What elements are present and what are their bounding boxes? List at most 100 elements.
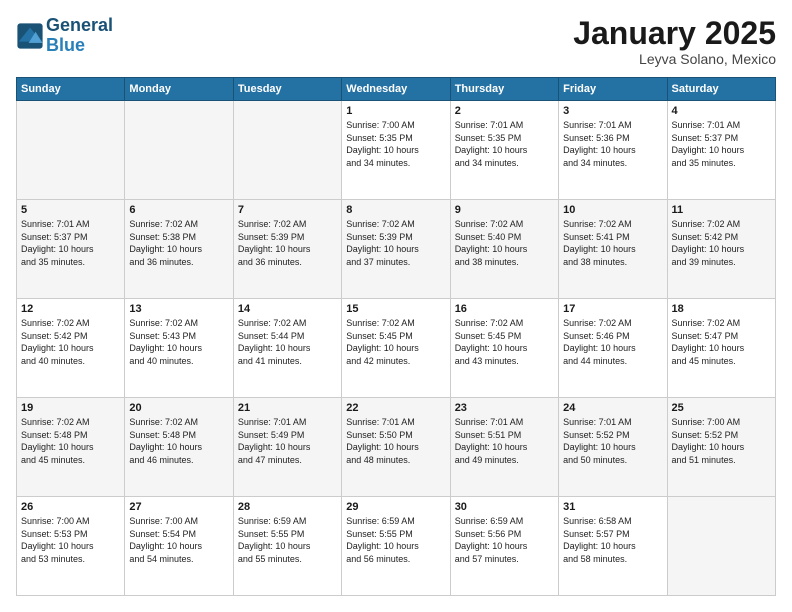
day-info: Sunrise: 7:02 AM Sunset: 5:40 PM Dayligh… [455,218,554,268]
day-number: 31 [563,501,662,513]
calendar-cell: 2Sunrise: 7:01 AM Sunset: 5:35 PM Daylig… [450,101,558,200]
calendar-cell: 25Sunrise: 7:00 AM Sunset: 5:52 PM Dayli… [667,398,775,497]
day-info: Sunrise: 7:00 AM Sunset: 5:54 PM Dayligh… [129,515,228,565]
day-number: 11 [672,204,771,216]
calendar-cell: 21Sunrise: 7:01 AM Sunset: 5:49 PM Dayli… [233,398,341,497]
day-info: Sunrise: 7:01 AM Sunset: 5:37 PM Dayligh… [672,119,771,169]
calendar-cell: 9 Sunrise: 7:02 AM Sunset: 5:40 PM Daylig… [450,200,558,299]
col-tuesday: Tuesday [233,78,341,101]
day-number: 9 [455,204,554,216]
day-info: Sunrise: 7:02 AM Sunset: 5:43 PM Dayligh… [129,317,228,367]
day-info: Sunrise: 7:00 AM Sunset: 5:35 PM Dayligh… [346,119,445,169]
day-info: Sunrise: 7:02 AM Sunset: 5:45 PM Dayligh… [455,317,554,367]
day-info: Sunrise: 7:01 AM Sunset: 5:36 PM Dayligh… [563,119,662,169]
logo-text: General Blue [46,16,113,56]
day-number: 1 [346,105,445,117]
logo-icon [16,22,44,50]
calendar-cell: 5Sunrise: 7:01 AM Sunset: 5:37 PM Daylig… [17,200,125,299]
day-number: 13 [129,303,228,315]
calendar-cell: 13 Sunrise: 7:02 AM Sunset: 5:43 PM Dayli… [125,299,233,398]
logo: General Blue [16,16,113,56]
calendar-cell: 24 Sunrise: 7:01 AM Sunset: 5:52 PM Dayli… [559,398,667,497]
logo-line2: Blue [46,35,85,55]
day-number: 15 [346,303,445,315]
calendar-cell [17,101,125,200]
col-friday: Friday [559,78,667,101]
day-info: Sunrise: 6:59 AM Sunset: 5:55 PM Dayligh… [346,515,445,565]
calendar-cell: 6Sunrise: 7:02 AM Sunset: 5:38 PM Daylig… [125,200,233,299]
day-number: 3 [563,105,662,117]
calendar-cell: 30 Sunrise: 6:59 AM Sunset: 5:56 PM Dayli… [450,497,558,596]
calendar-cell [233,101,341,200]
day-info: Sunrise: 7:02 AM Sunset: 5:42 PM Dayligh… [21,317,120,367]
calendar-cell: 28 Sunrise: 6:59 AM Sunset: 5:55 PM Dayli… [233,497,341,596]
calendar-cell: 27 Sunrise: 7:00 AM Sunset: 5:54 PM Dayli… [125,497,233,596]
calendar-cell: 4 Sunrise: 7:01 AM Sunset: 5:37 PM Daylig… [667,101,775,200]
day-number: 16 [455,303,554,315]
col-sunday: Sunday [17,78,125,101]
day-info: Sunrise: 7:02 AM Sunset: 5:46 PM Dayligh… [563,317,662,367]
day-number: 2 [455,105,554,117]
day-info: Sunrise: 6:59 AM Sunset: 5:55 PM Dayligh… [238,515,337,565]
calendar-cell: 8Sunrise: 7:02 AM Sunset: 5:39 PM Daylig… [342,200,450,299]
day-info: Sunrise: 7:02 AM Sunset: 5:44 PM Dayligh… [238,317,337,367]
calendar-cell: 1 Sunrise: 7:00 AM Sunset: 5:35 PM Daylig… [342,101,450,200]
day-number: 27 [129,501,228,513]
header-row: Sunday Monday Tuesday Wednesday Thursday… [17,78,776,101]
day-number: 20 [129,402,228,414]
col-thursday: Thursday [450,78,558,101]
day-number: 10 [563,204,662,216]
calendar-cell: 11 Sunrise: 7:02 AM Sunset: 5:42 PM Dayli… [667,200,775,299]
calendar-cell: 29 Sunrise: 6:59 AM Sunset: 5:55 PM Dayli… [342,497,450,596]
calendar-week-2: 5Sunrise: 7:01 AM Sunset: 5:37 PM Daylig… [17,200,776,299]
day-info: Sunrise: 7:01 AM Sunset: 5:51 PM Dayligh… [455,416,554,466]
day-info: Sunrise: 7:02 AM Sunset: 5:39 PM Dayligh… [346,218,445,268]
calendar-cell: 12 Sunrise: 7:02 AM Sunset: 5:42 PM Dayli… [17,299,125,398]
page: General Blue January 2025 Leyva Solano, … [0,0,792,612]
day-info: Sunrise: 7:02 AM Sunset: 5:41 PM Dayligh… [563,218,662,268]
calendar-cell: 10 Sunrise: 7:02 AM Sunset: 5:41 PM Dayli… [559,200,667,299]
calendar-cell: 18Sunrise: 7:02 AM Sunset: 5:47 PM Dayli… [667,299,775,398]
day-number: 30 [455,501,554,513]
calendar-week-3: 12 Sunrise: 7:02 AM Sunset: 5:42 PM Dayli… [17,299,776,398]
day-number: 14 [238,303,337,315]
day-number: 4 [672,105,771,117]
logo-line1: General [46,16,113,36]
day-number: 12 [21,303,120,315]
col-monday: Monday [125,78,233,101]
title-block: January 2025 Leyva Solano, Mexico [573,16,776,67]
day-info: Sunrise: 7:01 AM Sunset: 5:50 PM Dayligh… [346,416,445,466]
day-number: 24 [563,402,662,414]
day-number: 26 [21,501,120,513]
calendar-week-5: 26 Sunrise: 7:00 AM Sunset: 5:53 PM Dayli… [17,497,776,596]
day-number: 7 [238,204,337,216]
calendar-cell: 3 Sunrise: 7:01 AM Sunset: 5:36 PM Daylig… [559,101,667,200]
day-info: Sunrise: 7:01 AM Sunset: 5:52 PM Dayligh… [563,416,662,466]
day-number: 22 [346,402,445,414]
day-number: 21 [238,402,337,414]
day-info: Sunrise: 6:58 AM Sunset: 5:57 PM Dayligh… [563,515,662,565]
day-number: 19 [21,402,120,414]
day-info: Sunrise: 7:02 AM Sunset: 5:38 PM Dayligh… [129,218,228,268]
day-info: Sunrise: 7:02 AM Sunset: 5:47 PM Dayligh… [672,317,771,367]
day-number: 17 [563,303,662,315]
day-info: Sunrise: 7:01 AM Sunset: 5:37 PM Dayligh… [21,218,120,268]
day-info: Sunrise: 7:02 AM Sunset: 5:42 PM Dayligh… [672,218,771,268]
calendar-cell: 26 Sunrise: 7:00 AM Sunset: 5:53 PM Dayli… [17,497,125,596]
day-info: Sunrise: 7:00 AM Sunset: 5:52 PM Dayligh… [672,416,771,466]
day-number: 28 [238,501,337,513]
col-saturday: Saturday [667,78,775,101]
calendar-week-4: 19Sunrise: 7:02 AM Sunset: 5:48 PM Dayli… [17,398,776,497]
day-info: Sunrise: 6:59 AM Sunset: 5:56 PM Dayligh… [455,515,554,565]
calendar-cell [667,497,775,596]
calendar-cell [125,101,233,200]
calendar-cell: 16 Sunrise: 7:02 AM Sunset: 5:45 PM Dayli… [450,299,558,398]
col-wednesday: Wednesday [342,78,450,101]
calendar-cell: 23Sunrise: 7:01 AM Sunset: 5:51 PM Dayli… [450,398,558,497]
calendar-table: Sunday Monday Tuesday Wednesday Thursday… [16,77,776,596]
calendar-cell: 20Sunrise: 7:02 AM Sunset: 5:48 PM Dayli… [125,398,233,497]
day-info: Sunrise: 7:00 AM Sunset: 5:53 PM Dayligh… [21,515,120,565]
calendar-subtitle: Leyva Solano, Mexico [573,51,776,67]
day-number: 29 [346,501,445,513]
calendar-week-1: 1 Sunrise: 7:00 AM Sunset: 5:35 PM Daylig… [17,101,776,200]
